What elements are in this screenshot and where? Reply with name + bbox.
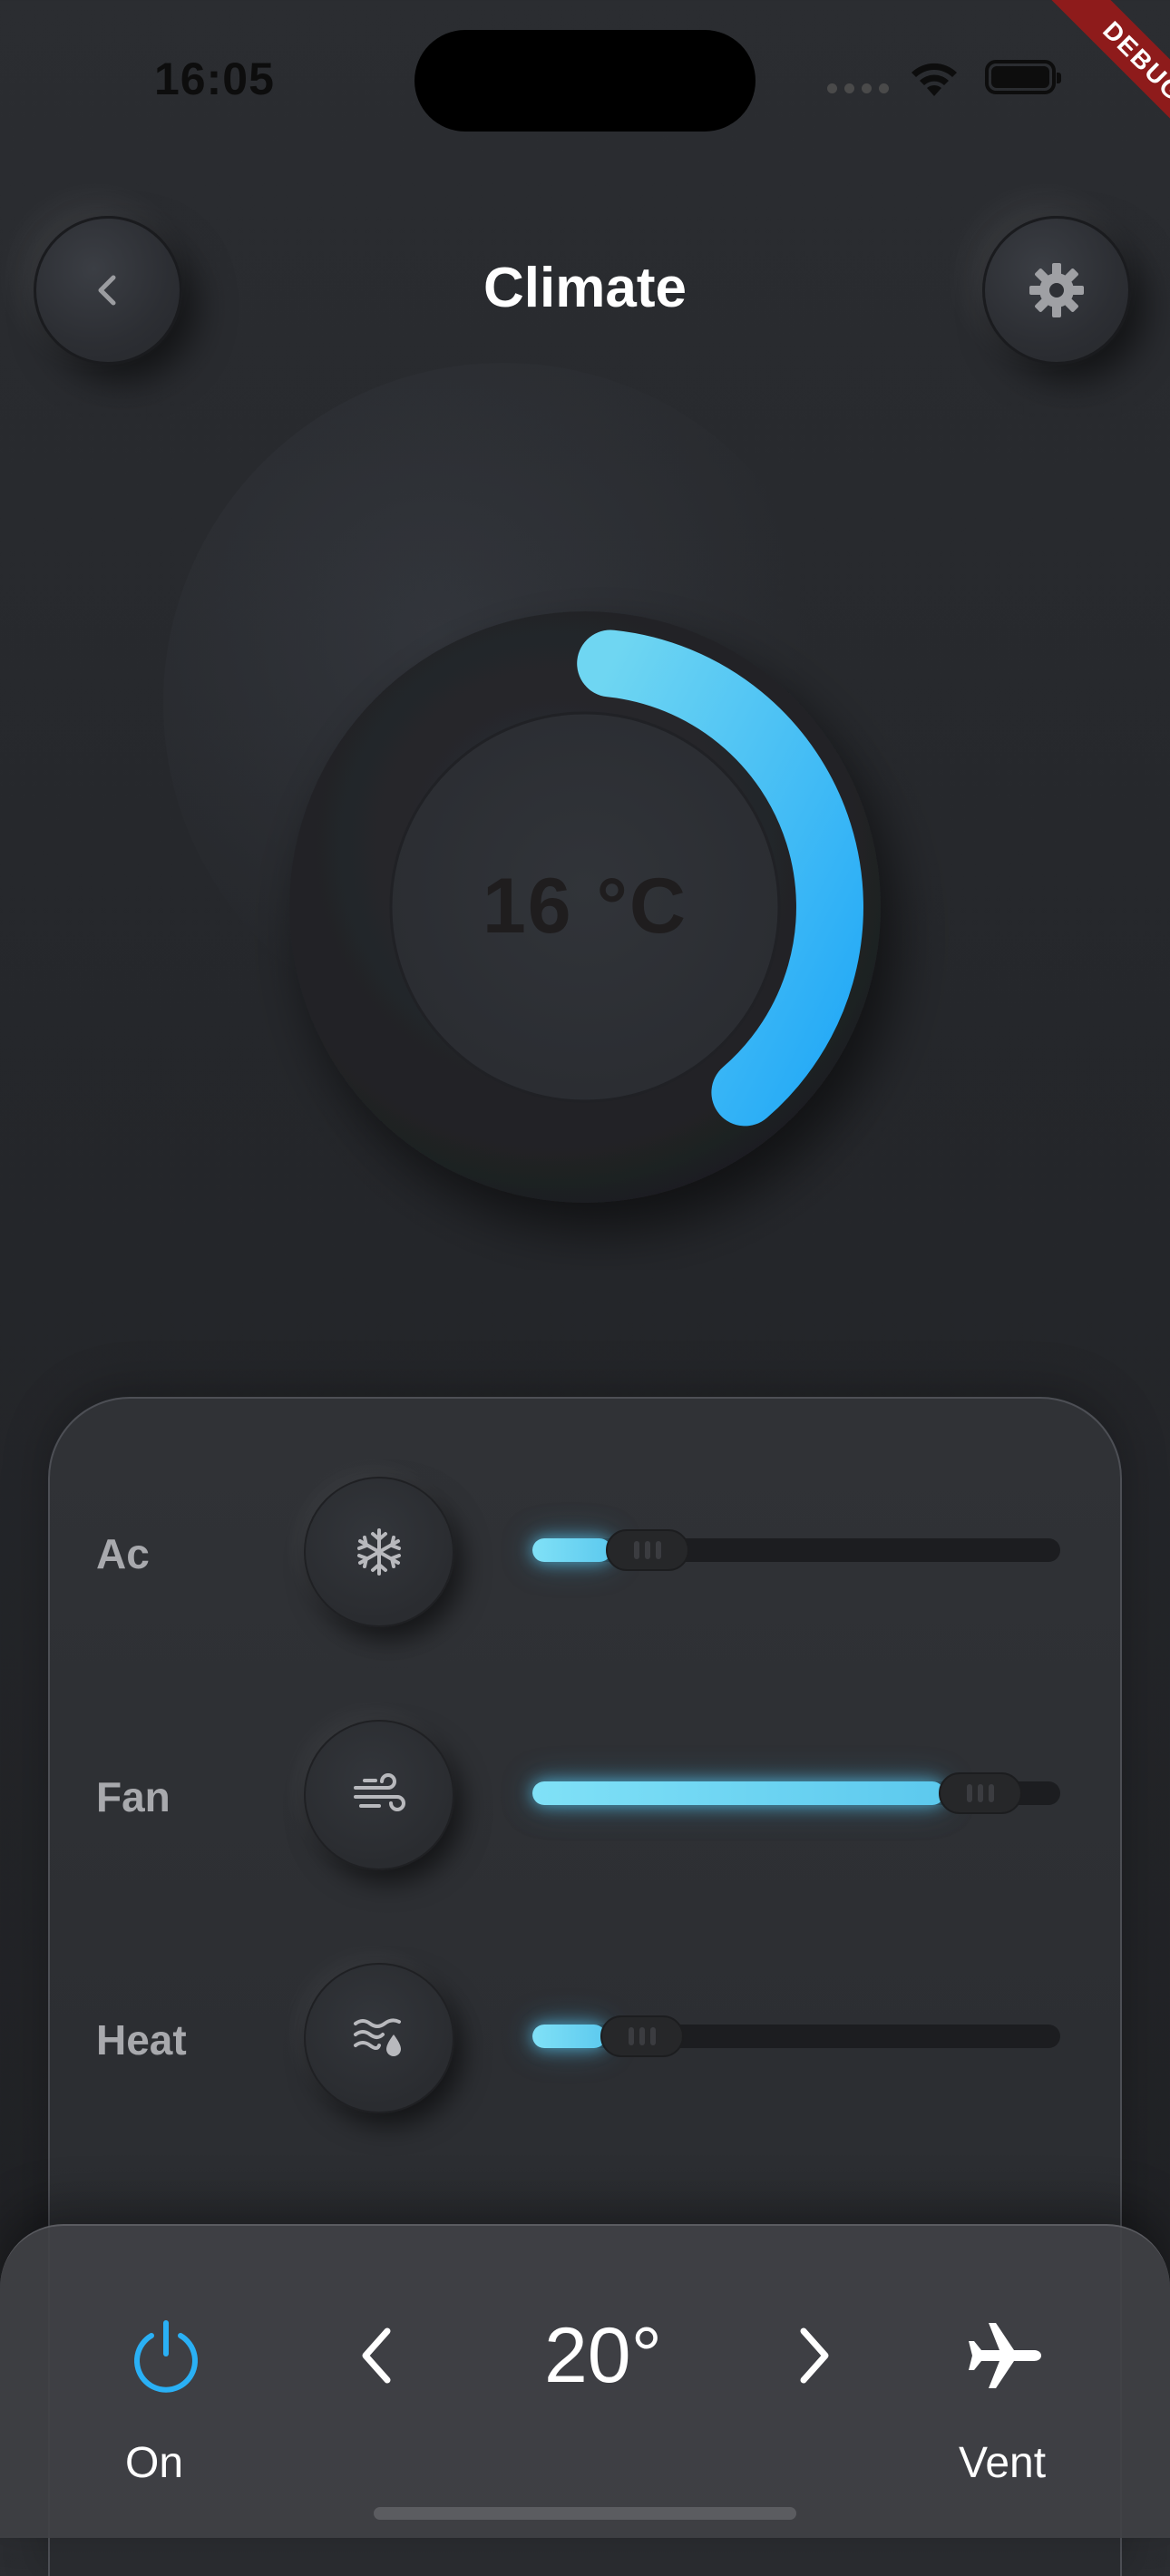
control-label: Heat	[96, 2016, 187, 2064]
fan-slider[interactable]	[532, 1772, 1060, 1814]
heat-toggle-button[interactable]	[304, 1963, 454, 2113]
decrease-temperature-button[interactable]	[331, 2306, 422, 2405]
snowflake-icon	[357, 1528, 401, 1576]
home-indicator	[374, 2507, 796, 2520]
slider-fill	[532, 1538, 611, 1562]
vent-label: Vent	[958, 2439, 1047, 2487]
control-label: Fan	[96, 1773, 171, 1820]
dial-temperature-label: 16 °C	[482, 863, 688, 950]
target-temperature: 20°	[543, 2312, 663, 2399]
control-row-fan: Fan	[50, 1720, 1124, 1874]
slider-thumb[interactable]	[606, 1529, 689, 1571]
power-icon	[134, 2320, 198, 2393]
heat-waves-icon	[354, 2018, 401, 2056]
control-row-ac: Ac	[50, 1477, 1124, 1631]
slider-thumb[interactable]	[939, 1772, 1022, 1814]
ac-toggle-button[interactable]	[304, 1477, 454, 1627]
fan-toggle-button[interactable]	[304, 1720, 454, 1870]
chevron-right-icon	[800, 2327, 829, 2384]
heat-slider[interactable]	[532, 2015, 1060, 2057]
slider-fill	[532, 2025, 606, 2048]
control-label: Ac	[96, 1530, 150, 1577]
bottom-control-bar: 20° On Vent	[0, 2224, 1170, 2538]
temperature-dial[interactable]	[0, 0, 1170, 1270]
increase-temperature-button[interactable]	[769, 2306, 860, 2405]
slider-thumb[interactable]	[600, 2015, 684, 2057]
airplane-icon	[969, 2323, 1041, 2388]
power-button[interactable]	[116, 2306, 216, 2405]
slider-fill	[532, 1781, 944, 1805]
control-row-heat: Heat	[50, 1963, 1124, 2117]
power-label: On	[124, 2439, 184, 2487]
chevron-left-icon	[362, 2327, 391, 2384]
wind-icon	[354, 1773, 405, 1811]
vent-button[interactable]	[952, 2306, 1052, 2405]
ac-slider[interactable]	[532, 1529, 1060, 1571]
